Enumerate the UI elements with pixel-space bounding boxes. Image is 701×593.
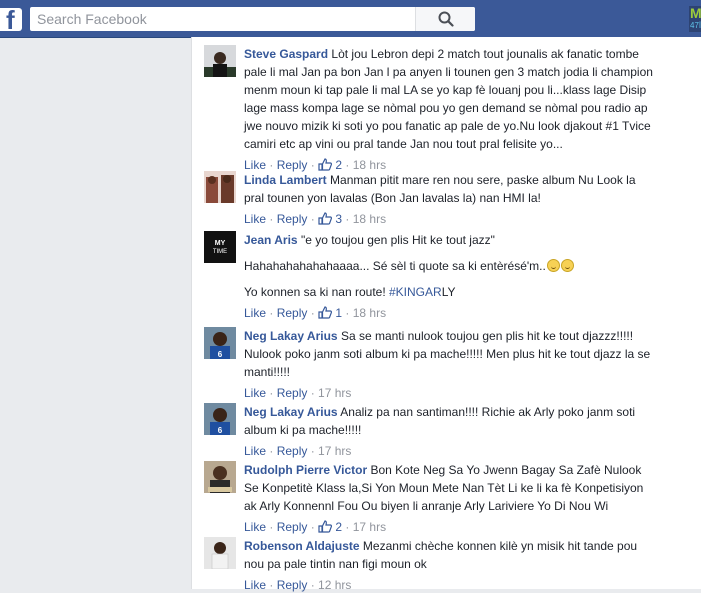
reply-link[interactable]: Reply (277, 578, 308, 592)
thumbs-up-icon (318, 158, 333, 171)
like-link[interactable]: Like (244, 520, 266, 534)
like-link[interactable]: Like (244, 444, 266, 458)
comment-author-link[interactable]: Steve Gaspard (244, 47, 328, 61)
comment-actions: Like · Reply · 3 · 18 hrs (244, 212, 387, 226)
like-link[interactable]: Like (244, 386, 266, 400)
svg-text:6: 6 (218, 426, 223, 435)
sidebar-ad-thumbnail[interactable]: M 47İ (689, 6, 701, 32)
avatar[interactable]: 6 (204, 327, 236, 359)
like-link[interactable]: Like (244, 306, 266, 320)
comment-author-link[interactable]: Rudolph Pierre Victor (244, 463, 367, 477)
like-link[interactable]: Like (244, 578, 266, 592)
comment-author-link[interactable]: Neg Lakay Arius (244, 329, 338, 343)
laughing-emoji-icon (546, 259, 560, 272)
avatar[interactable] (204, 537, 236, 569)
reply-link[interactable]: Reply (277, 158, 308, 172)
timestamp[interactable]: 12 hrs (318, 578, 351, 592)
thumbs-up-icon (318, 306, 333, 319)
avatar[interactable]: 6 (204, 403, 236, 435)
comment-text-line: Hahahahahahahaaaa... Sé sèl ti quote sa … (244, 257, 654, 275)
comment-actions: Like · Reply · 1 · 18 hrs (244, 306, 387, 320)
comment-author-link[interactable]: Neg Lakay Arius (244, 405, 338, 419)
avatar[interactable] (204, 45, 236, 77)
top-navigation-bar: f M 47İ (0, 0, 701, 38)
timestamp[interactable]: 18 hrs (353, 158, 386, 172)
avatar[interactable] (204, 171, 236, 203)
comment-text-line: Yo konnen sa ki nan route! #KINGARLY (244, 285, 456, 299)
avatar[interactable]: MY TIME (204, 231, 236, 263)
ad-badge-subtext: 47İ (690, 21, 701, 30)
search-box (30, 7, 475, 31)
reply-link[interactable]: Reply (277, 520, 308, 534)
search-input[interactable] (30, 7, 425, 31)
comment-author-link[interactable]: Robenson Aldajuste (244, 539, 360, 553)
comment-author-link[interactable]: Linda Lambert (244, 173, 327, 187)
comment-actions: Like · Reply · 12 hrs (244, 578, 352, 592)
comment-author-link[interactable]: Jean Aris (244, 233, 298, 247)
timestamp[interactable]: 17 hrs (318, 386, 351, 400)
laughing-emoji-icon (560, 259, 574, 272)
reply-link[interactable]: Reply (277, 444, 308, 458)
facebook-logo-icon[interactable]: f (0, 8, 22, 31)
timestamp[interactable]: 17 hrs (353, 520, 386, 534)
timestamp[interactable]: 18 hrs (353, 306, 386, 320)
comment-actions: Like · Reply · 17 hrs (244, 386, 352, 400)
comment-text: Lòt jou Lebron depi 2 match tout jounali… (244, 47, 653, 151)
comments-panel: Steve Gaspard Lòt jou Lebron depi 2 matc… (191, 37, 701, 592)
avatar[interactable] (204, 461, 236, 493)
thumbs-up-icon (318, 520, 333, 533)
ad-badge-text: M (690, 6, 701, 21)
like-count[interactable]: 2 (335, 520, 342, 534)
svg-text:TIME: TIME (213, 249, 227, 255)
search-button[interactable] (415, 7, 475, 31)
comment-text: "e yo toujou gen plis Hit ke tout jazz" (300, 233, 495, 247)
reply-link[interactable]: Reply (277, 212, 308, 226)
thumbs-up-icon (318, 212, 333, 225)
svg-text:MY: MY (215, 240, 226, 247)
hashtag-link[interactable]: #KINGAR (389, 285, 442, 299)
svg-text:6: 6 (218, 350, 223, 359)
timestamp[interactable]: 18 hrs (353, 212, 386, 226)
timestamp[interactable]: 17 hrs (318, 444, 351, 458)
comment-actions: Like · Reply · 2 · 17 hrs (244, 520, 387, 534)
like-link[interactable]: Like (244, 158, 266, 172)
reply-link[interactable]: Reply (277, 386, 308, 400)
reply-link[interactable]: Reply (277, 306, 308, 320)
like-count[interactable]: 3 (335, 212, 342, 226)
comment-actions: Like · Reply · 17 hrs (244, 444, 352, 458)
like-count[interactable]: 1 (335, 306, 342, 320)
like-count[interactable]: 2 (335, 158, 342, 172)
search-icon (438, 11, 454, 27)
like-link[interactable]: Like (244, 212, 266, 226)
